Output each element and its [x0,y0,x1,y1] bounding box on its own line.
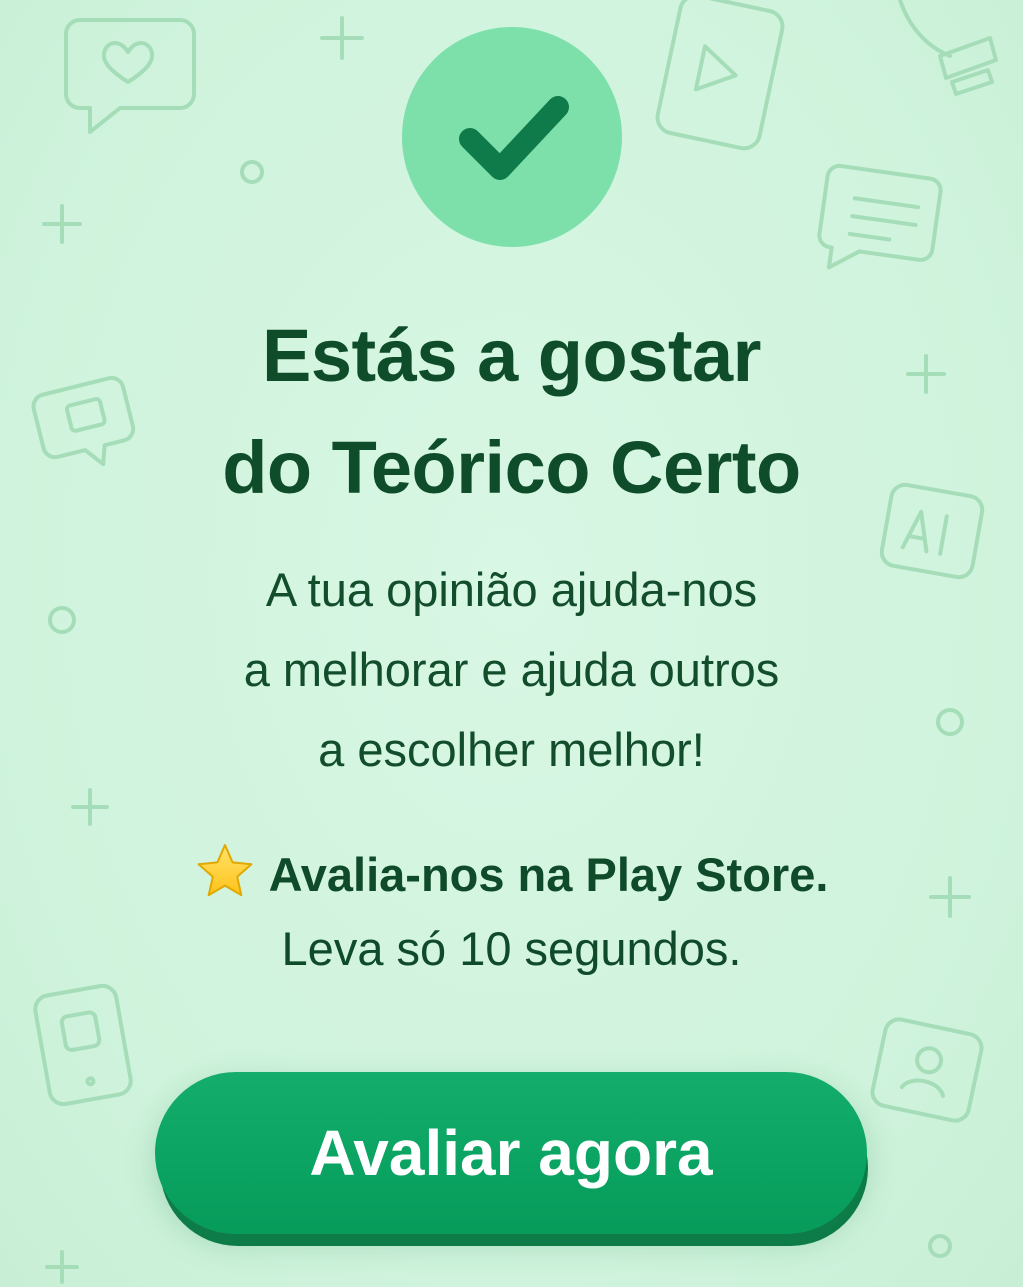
rating-prompt-screen: Estás a gostar do Teórico Certo A tua op… [0,0,1023,1287]
rate-now-button[interactable]: Avaliar agora [155,1072,867,1234]
success-badge [402,27,622,247]
phone-play-icon [655,0,785,151]
plus-icon [42,204,82,244]
plus-icon [45,1250,79,1284]
plus-icon [71,788,109,826]
message-line: A tua opinião ajuda-nos [265,563,758,616]
title-line: Estás a gostar [262,314,761,397]
rate-subtitle: Leva só 10 segundos. [281,922,742,975]
profile-card-icon [870,1017,984,1123]
message-line: a melhorar e ajuda outros [243,643,780,696]
rate-title: Avalia-nos na Play Store. [268,848,829,901]
page-title: Estás a gostar do Teórico Certo [0,300,1023,524]
title-line: do Teórico Certo [222,426,801,509]
feedback-message: A tua opinião ajuda-nos a melhorar e aju… [0,550,1023,790]
heart-chat-icon [64,18,196,134]
rate-invitation: Avalia-nos na Play Store. Leva só 10 seg… [0,838,1023,986]
message-line: a escolher melhor! [318,723,705,776]
lightbulb-icon [898,0,998,96]
rate-title-row: Avalia-nos na Play Store. [0,838,1023,912]
checkmark-icon [459,96,569,180]
text-chat-icon [817,163,943,270]
star-icon [197,844,252,897]
circle-decor [928,1234,952,1258]
circle-decor [240,160,264,184]
phone-icon [33,983,133,1107]
plus-icon [320,16,364,60]
